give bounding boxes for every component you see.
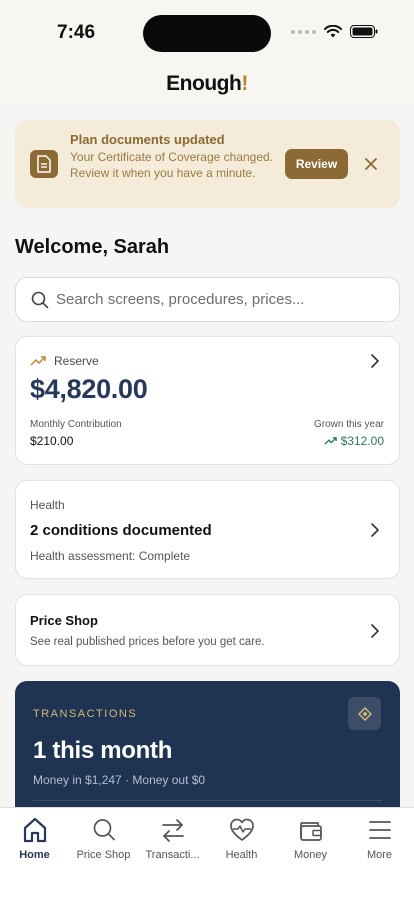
reserve-amount: $4,820.00 <box>30 374 148 404</box>
home-icon <box>23 817 46 843</box>
tab-more[interactable]: More <box>345 816 414 868</box>
grown-value: $312.00 <box>340 434 384 448</box>
tab-money[interactable]: Money <box>276 816 345 868</box>
chevron-right-icon <box>371 624 379 638</box>
health-subtitle: Health assessment: Complete <box>30 549 191 563</box>
search-icon <box>93 819 115 841</box>
dynamic-island <box>143 15 271 52</box>
reserve-label: Reserve <box>54 354 99 368</box>
transactions-kicker: TRANSACTIONS <box>33 708 138 720</box>
trending-up-icon <box>324 437 337 445</box>
divider <box>33 800 382 801</box>
tab-label: Money <box>293 849 328 861</box>
contribution-value: $210.00 <box>30 434 74 448</box>
transactions-title: 1 this month <box>33 737 173 764</box>
tab-price-shop[interactable]: Price Shop <box>69 816 138 868</box>
menu-icon <box>368 821 391 839</box>
transactions-badge <box>348 697 381 730</box>
banner-message: Your Certificate of Coverage changed. Re… <box>70 150 274 180</box>
price-shop-title: Price Shop <box>30 613 98 628</box>
grown-value-row: $312.00 <box>324 434 384 448</box>
tab-label: Health <box>225 849 258 861</box>
app-logo: Enough! <box>166 72 248 95</box>
search-bar[interactable] <box>15 277 400 322</box>
tab-label: Price Shop <box>76 849 131 861</box>
price-shop-card[interactable]: Price Shop See real published prices bef… <box>15 594 400 666</box>
tab-transactions[interactable]: Transacti... <box>138 816 207 868</box>
health-kicker: Health <box>30 498 65 512</box>
heart-pulse-icon <box>229 818 254 841</box>
document-icon <box>30 150 58 178</box>
tab-health[interactable]: Health <box>207 816 276 868</box>
chevron-right-icon <box>371 523 379 537</box>
transactions-subtitle: Money in $1,247 · Money out $0 <box>33 773 206 787</box>
wallet-icon <box>299 822 322 841</box>
contribution-label: Monthly Contribution <box>30 419 122 430</box>
status-icons <box>291 25 378 38</box>
price-shop-subtitle: See real published prices before you get… <box>30 636 265 648</box>
status-time: 7:46 <box>57 22 96 43</box>
reserve-card[interactable]: Reserve $4,820.00 Monthly Contribution $… <box>15 336 400 465</box>
tab-label: Transacti... <box>145 849 200 861</box>
tab-label: Home <box>19 849 50 861</box>
tab-bar: Home Price Shop Transacti... Health Mone… <box>0 807 414 900</box>
close-icon[interactable] <box>363 156 379 172</box>
cellular-signal-icon <box>291 29 316 34</box>
tab-home[interactable]: Home <box>0 816 69 868</box>
transfer-arrows-icon <box>161 819 184 842</box>
welcome-heading: Welcome, Sarah <box>15 236 170 258</box>
trending-up-icon <box>30 356 46 366</box>
tab-label: More <box>366 849 393 861</box>
search-icon <box>31 291 49 309</box>
search-input[interactable] <box>56 278 386 321</box>
battery-icon <box>350 25 378 38</box>
diamond-icon <box>357 706 372 721</box>
reserve-header: Reserve <box>30 354 99 368</box>
chevron-right-icon <box>371 354 379 368</box>
plan-documents-banner: Plan documents updated Your Certificate … <box>15 120 400 208</box>
grown-label: Grown this year <box>313 419 384 430</box>
health-title: 2 conditions documented <box>30 522 212 539</box>
app-header: Enough! <box>0 64 414 104</box>
transactions-card[interactable]: TRANSACTIONS 1 this month Money in $1,24… <box>15 681 400 821</box>
health-card[interactable]: Health 2 conditions documented Health as… <box>15 480 400 579</box>
banner-title: Plan documents updated <box>70 132 225 147</box>
status-bar: 7:46 <box>0 0 414 64</box>
wifi-icon <box>324 25 342 38</box>
review-button[interactable]: Review <box>285 149 348 179</box>
